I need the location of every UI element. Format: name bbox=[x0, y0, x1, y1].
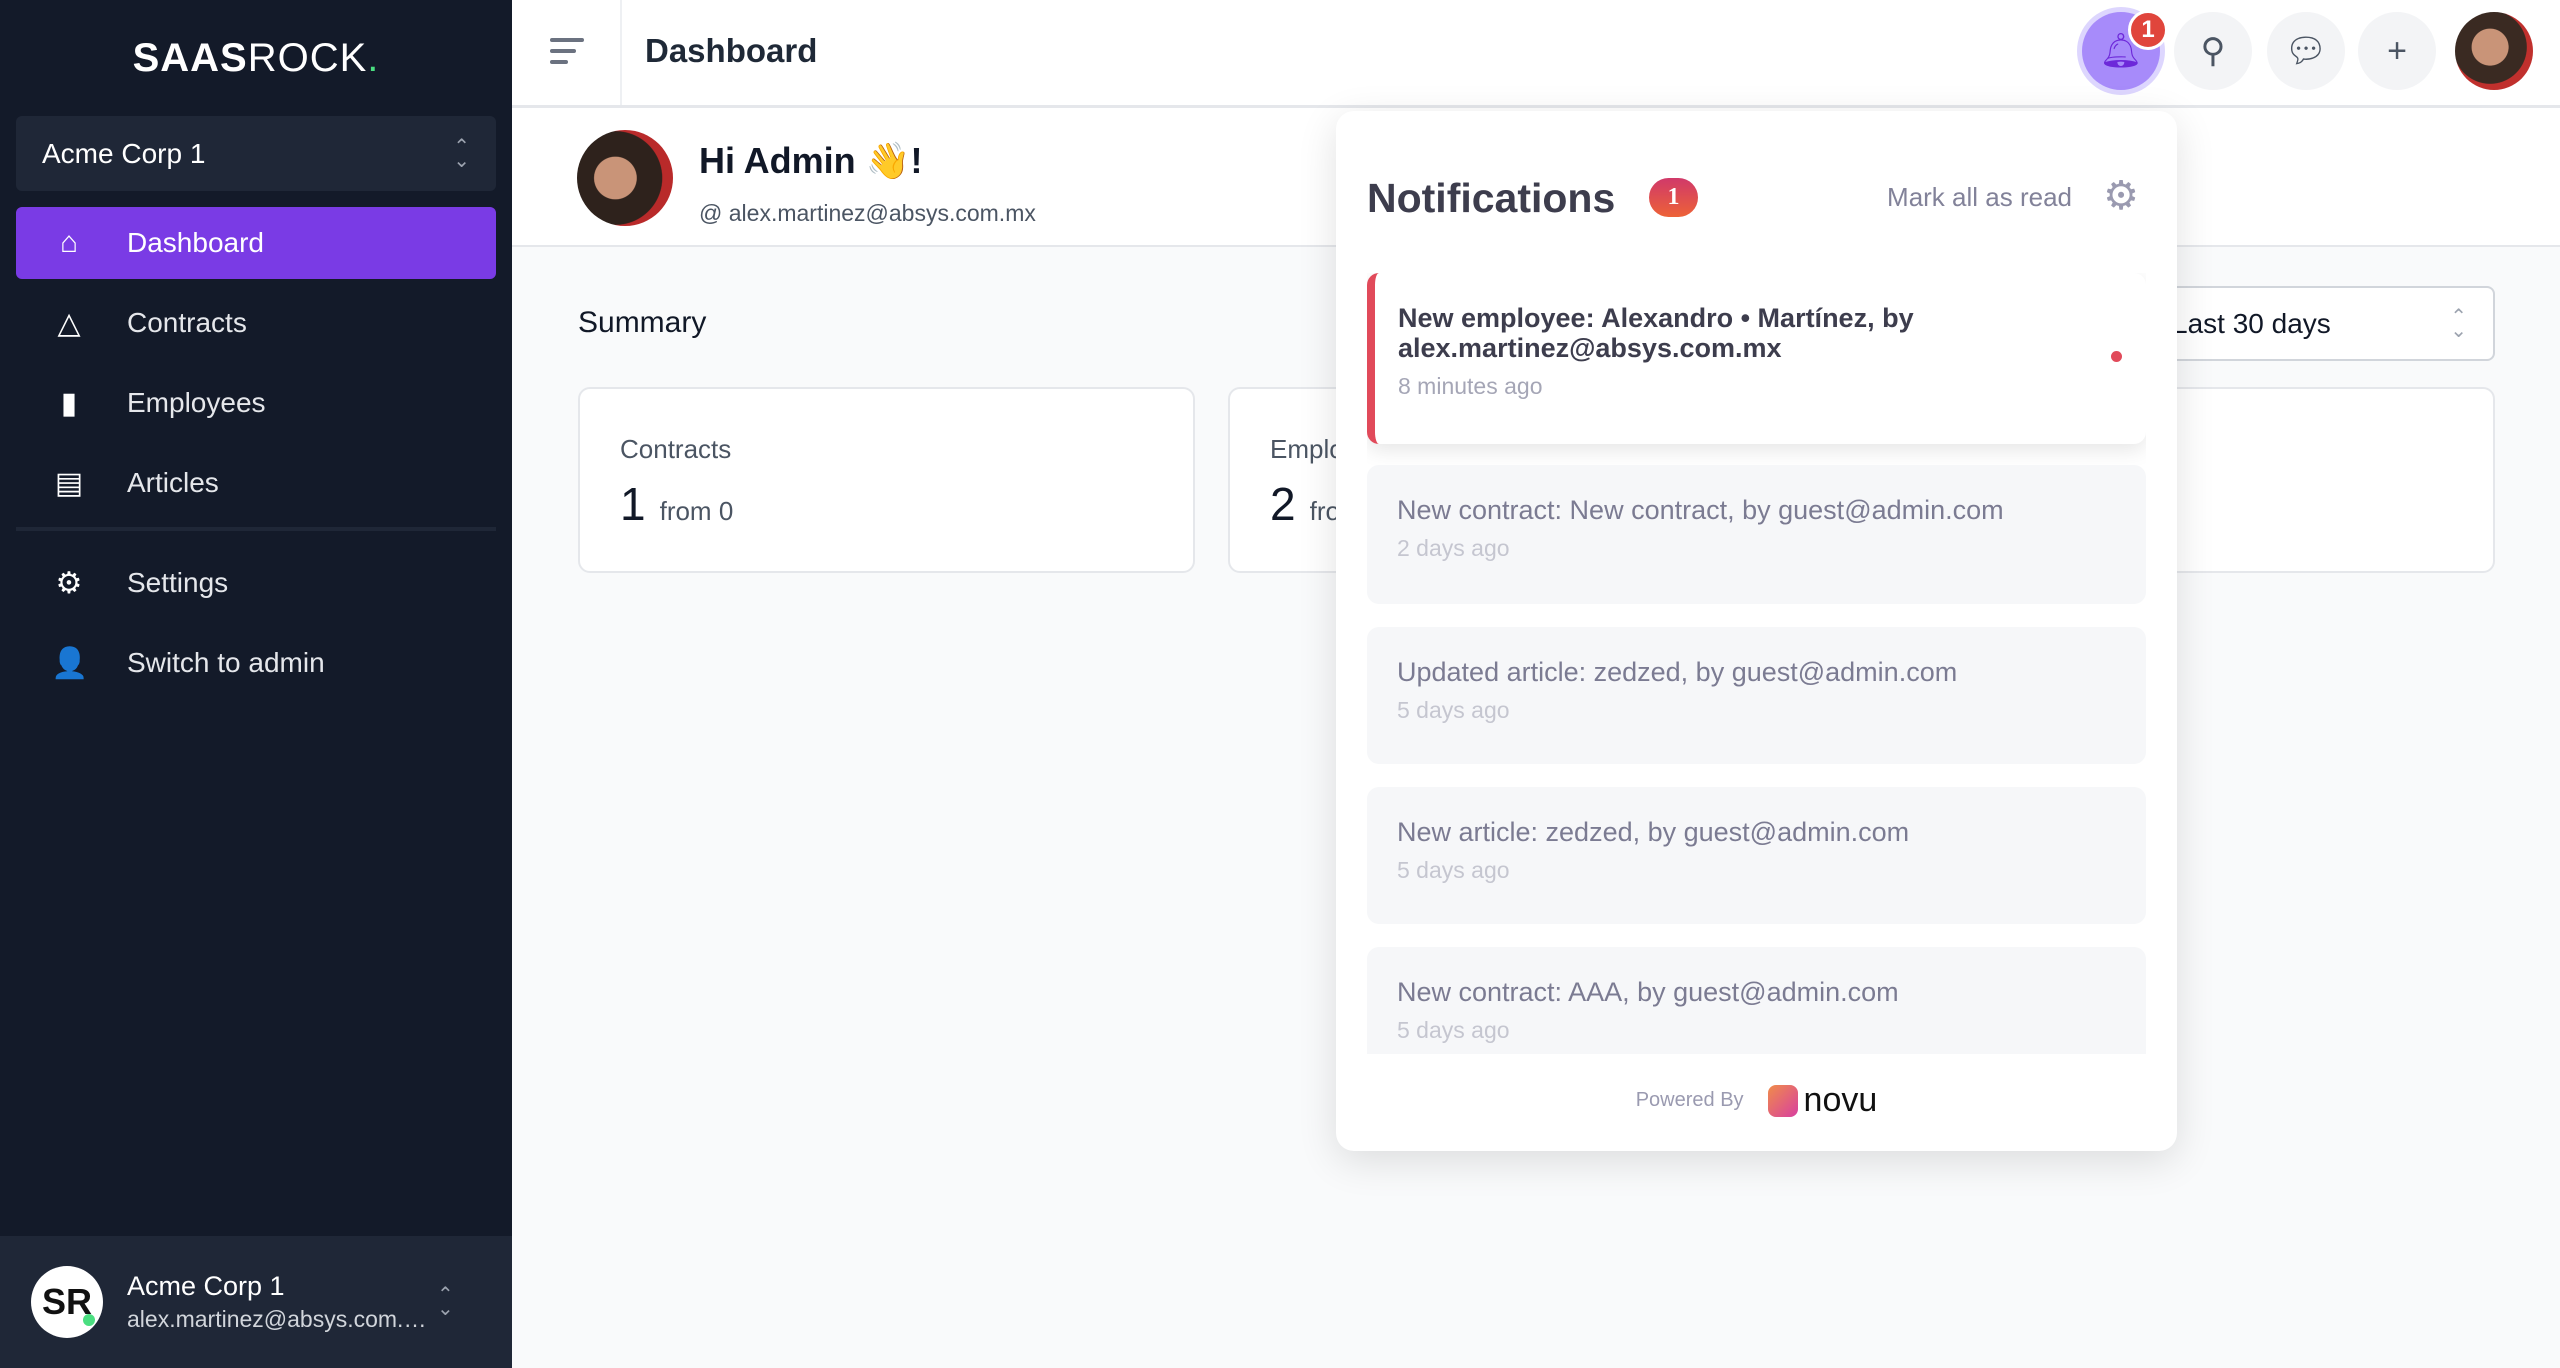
user-email: @ alex.martinez@absys.com.mx bbox=[699, 200, 1036, 227]
search-button[interactable]: ⚲ bbox=[2174, 12, 2252, 90]
notification-list: New employee: Alexandro • Martínez, by a… bbox=[1367, 273, 2146, 1054]
chat-icon: 💬︎ bbox=[2284, 32, 2328, 70]
notification-item[interactable]: New employee: Alexandro • Martínez, by a… bbox=[1367, 273, 2146, 444]
notification-item[interactable]: Updated article: zedzed, by guest@admin.… bbox=[1367, 627, 2146, 764]
notification-text: New contract: New contract, by guest@adm… bbox=[1397, 495, 2004, 525]
top-bar: Dashboard 🔔︎ 1 ⚲ 💬︎ + bbox=[512, 0, 2560, 108]
header-divider bbox=[620, 0, 622, 105]
sidebar-item-label: Settings bbox=[127, 567, 229, 598]
novu-brand: novu bbox=[1803, 1081, 1878, 1119]
chevron-up-down-icon: ⌃ ⌄ bbox=[437, 1284, 454, 1320]
triangle-icon: △ bbox=[57, 306, 81, 340]
notification-text: New contract: AAA, by guest@admin.com bbox=[1397, 977, 1899, 1007]
greeting: Hi Admin 👋! bbox=[699, 140, 923, 181]
sidebar-item-label: Articles bbox=[127, 467, 219, 498]
profile-avatar[interactable] bbox=[2455, 12, 2533, 90]
notification-time: 8 minutes ago bbox=[1398, 373, 1543, 399]
notifications-title: Notifications bbox=[1367, 175, 1616, 221]
notification-item[interactable]: New contract: New contract, by guest@adm… bbox=[1367, 465, 2146, 604]
avatar bbox=[577, 130, 673, 226]
org-selector[interactable]: Acme Corp 1 ⌃ ⌄ bbox=[16, 116, 496, 191]
user-name: Acme Corp 1 bbox=[127, 1271, 285, 1301]
sidebar-item-label: Employees bbox=[127, 387, 266, 418]
sidebar-item-label: Contracts bbox=[127, 307, 247, 338]
novu-logo[interactable]: novu bbox=[1767, 1081, 1878, 1120]
mark-all-read-button[interactable]: Mark all as read bbox=[1887, 182, 2072, 213]
notification-item[interactable]: New article: zedzed, by guest@admin.com 5… bbox=[1367, 787, 2146, 924]
sidebar-item-settings[interactable]: ⚙ Settings bbox=[16, 547, 496, 619]
notification-text: New article: zedzed, by guest@admin.com bbox=[1397, 817, 1910, 847]
logo-bold: SAAS bbox=[132, 36, 248, 80]
summary-card-contracts: Contracts 1 from 0 bbox=[578, 387, 1195, 573]
gear-icon[interactable]: ⚙ bbox=[2103, 173, 2139, 219]
sidebar-item-label: Switch to admin bbox=[127, 647, 325, 678]
notification-text: Updated article: zedzed, by guest@admin.… bbox=[1397, 657, 1958, 687]
card-from: from 0 bbox=[659, 496, 734, 526]
badge-icon: ▮ bbox=[60, 386, 78, 420]
logo[interactable]: SAASROCK. bbox=[0, 36, 512, 81]
avatar: SR bbox=[31, 1266, 103, 1338]
sidebar-item-dashboard[interactable]: ⌂ Dashboard bbox=[16, 207, 496, 279]
notification-time: 5 days ago bbox=[1397, 857, 1510, 883]
user-menu[interactable]: SR Acme Corp 1 alex.martinez@absys.com.mx… bbox=[0, 1236, 512, 1368]
date-range-value: Last 30 days bbox=[2172, 307, 2331, 339]
novu-logo-icon bbox=[1767, 1084, 1798, 1117]
chevron-up-down-icon: ⌃ ⌄ bbox=[2450, 305, 2467, 342]
notification-time: 2 days ago bbox=[1397, 535, 1510, 561]
search-icon: ⚲ bbox=[2200, 32, 2226, 70]
document-icon: ▤ bbox=[54, 466, 84, 500]
home-icon: ⌂ bbox=[59, 226, 79, 259]
sidebar-item-label: Dashboard bbox=[127, 227, 264, 258]
card-label: Contracts bbox=[620, 434, 732, 464]
logo-light: ROCK bbox=[247, 36, 368, 80]
notifications-popover: Notifications 1 Mark all as read ⚙ New e… bbox=[1336, 111, 2177, 1151]
sidebar-item-employees[interactable]: ▮ Employees bbox=[16, 367, 496, 439]
sidebar-item-contracts[interactable]: △ Contracts bbox=[16, 287, 496, 359]
notification-badge: 1 bbox=[2128, 10, 2168, 50]
date-range-select[interactable]: Last 30 days ⌃ ⌄ bbox=[2140, 286, 2495, 361]
card-value: 1 bbox=[620, 478, 646, 530]
sidebar-item-switch-to-admin[interactable]: 👤 Switch to admin bbox=[16, 627, 496, 699]
notification-time: 5 days ago bbox=[1397, 1017, 1510, 1043]
powered-by-label: Powered By bbox=[1635, 1089, 1744, 1111]
org-name: Acme Corp 1 bbox=[42, 137, 206, 169]
unread-count-badge: 1 bbox=[1649, 178, 1698, 217]
notification-item[interactable]: New contract: AAA, by guest@admin.com 5 d… bbox=[1367, 947, 2146, 1054]
notification-text: New employee: Alexandro • Martínez, by a… bbox=[1398, 303, 1914, 363]
chevron-up-down-icon: ⌃ ⌄ bbox=[453, 135, 470, 172]
sidebar-divider bbox=[16, 527, 496, 531]
logo-dot: . bbox=[367, 36, 380, 80]
menu-icon[interactable] bbox=[550, 38, 584, 71]
unread-dot bbox=[2111, 351, 2122, 362]
powered-by: Powered By novu bbox=[1336, 1081, 2177, 1120]
notification-time: 5 days ago bbox=[1397, 697, 1510, 723]
notifications-button[interactable]: 🔔︎ 1 bbox=[2082, 10, 2168, 90]
email-text: alex.martinez@absys.com.mx bbox=[728, 200, 1036, 226]
chat-button[interactable]: 💬︎ bbox=[2267, 12, 2345, 90]
sidebar: SAASROCK. Acme Corp 1 ⌃ ⌄ ⌂ Dashboard △ Cont… bbox=[0, 0, 512, 1368]
user-gear-icon: 👤 bbox=[51, 646, 89, 680]
gear-icon: ⚙ bbox=[55, 566, 83, 600]
sidebar-item-articles[interactable]: ▤ Articles bbox=[16, 447, 496, 519]
summary-title: Summary bbox=[578, 306, 707, 339]
card-value: 2 bbox=[1270, 478, 1296, 530]
user-email: alex.martinez@absys.com.mx bbox=[127, 1306, 427, 1332]
add-button[interactable]: + bbox=[2358, 12, 2436, 90]
page-title: Dashboard bbox=[645, 32, 818, 69]
at-icon: @ bbox=[699, 200, 723, 226]
plus-icon: + bbox=[2387, 31, 2407, 70]
